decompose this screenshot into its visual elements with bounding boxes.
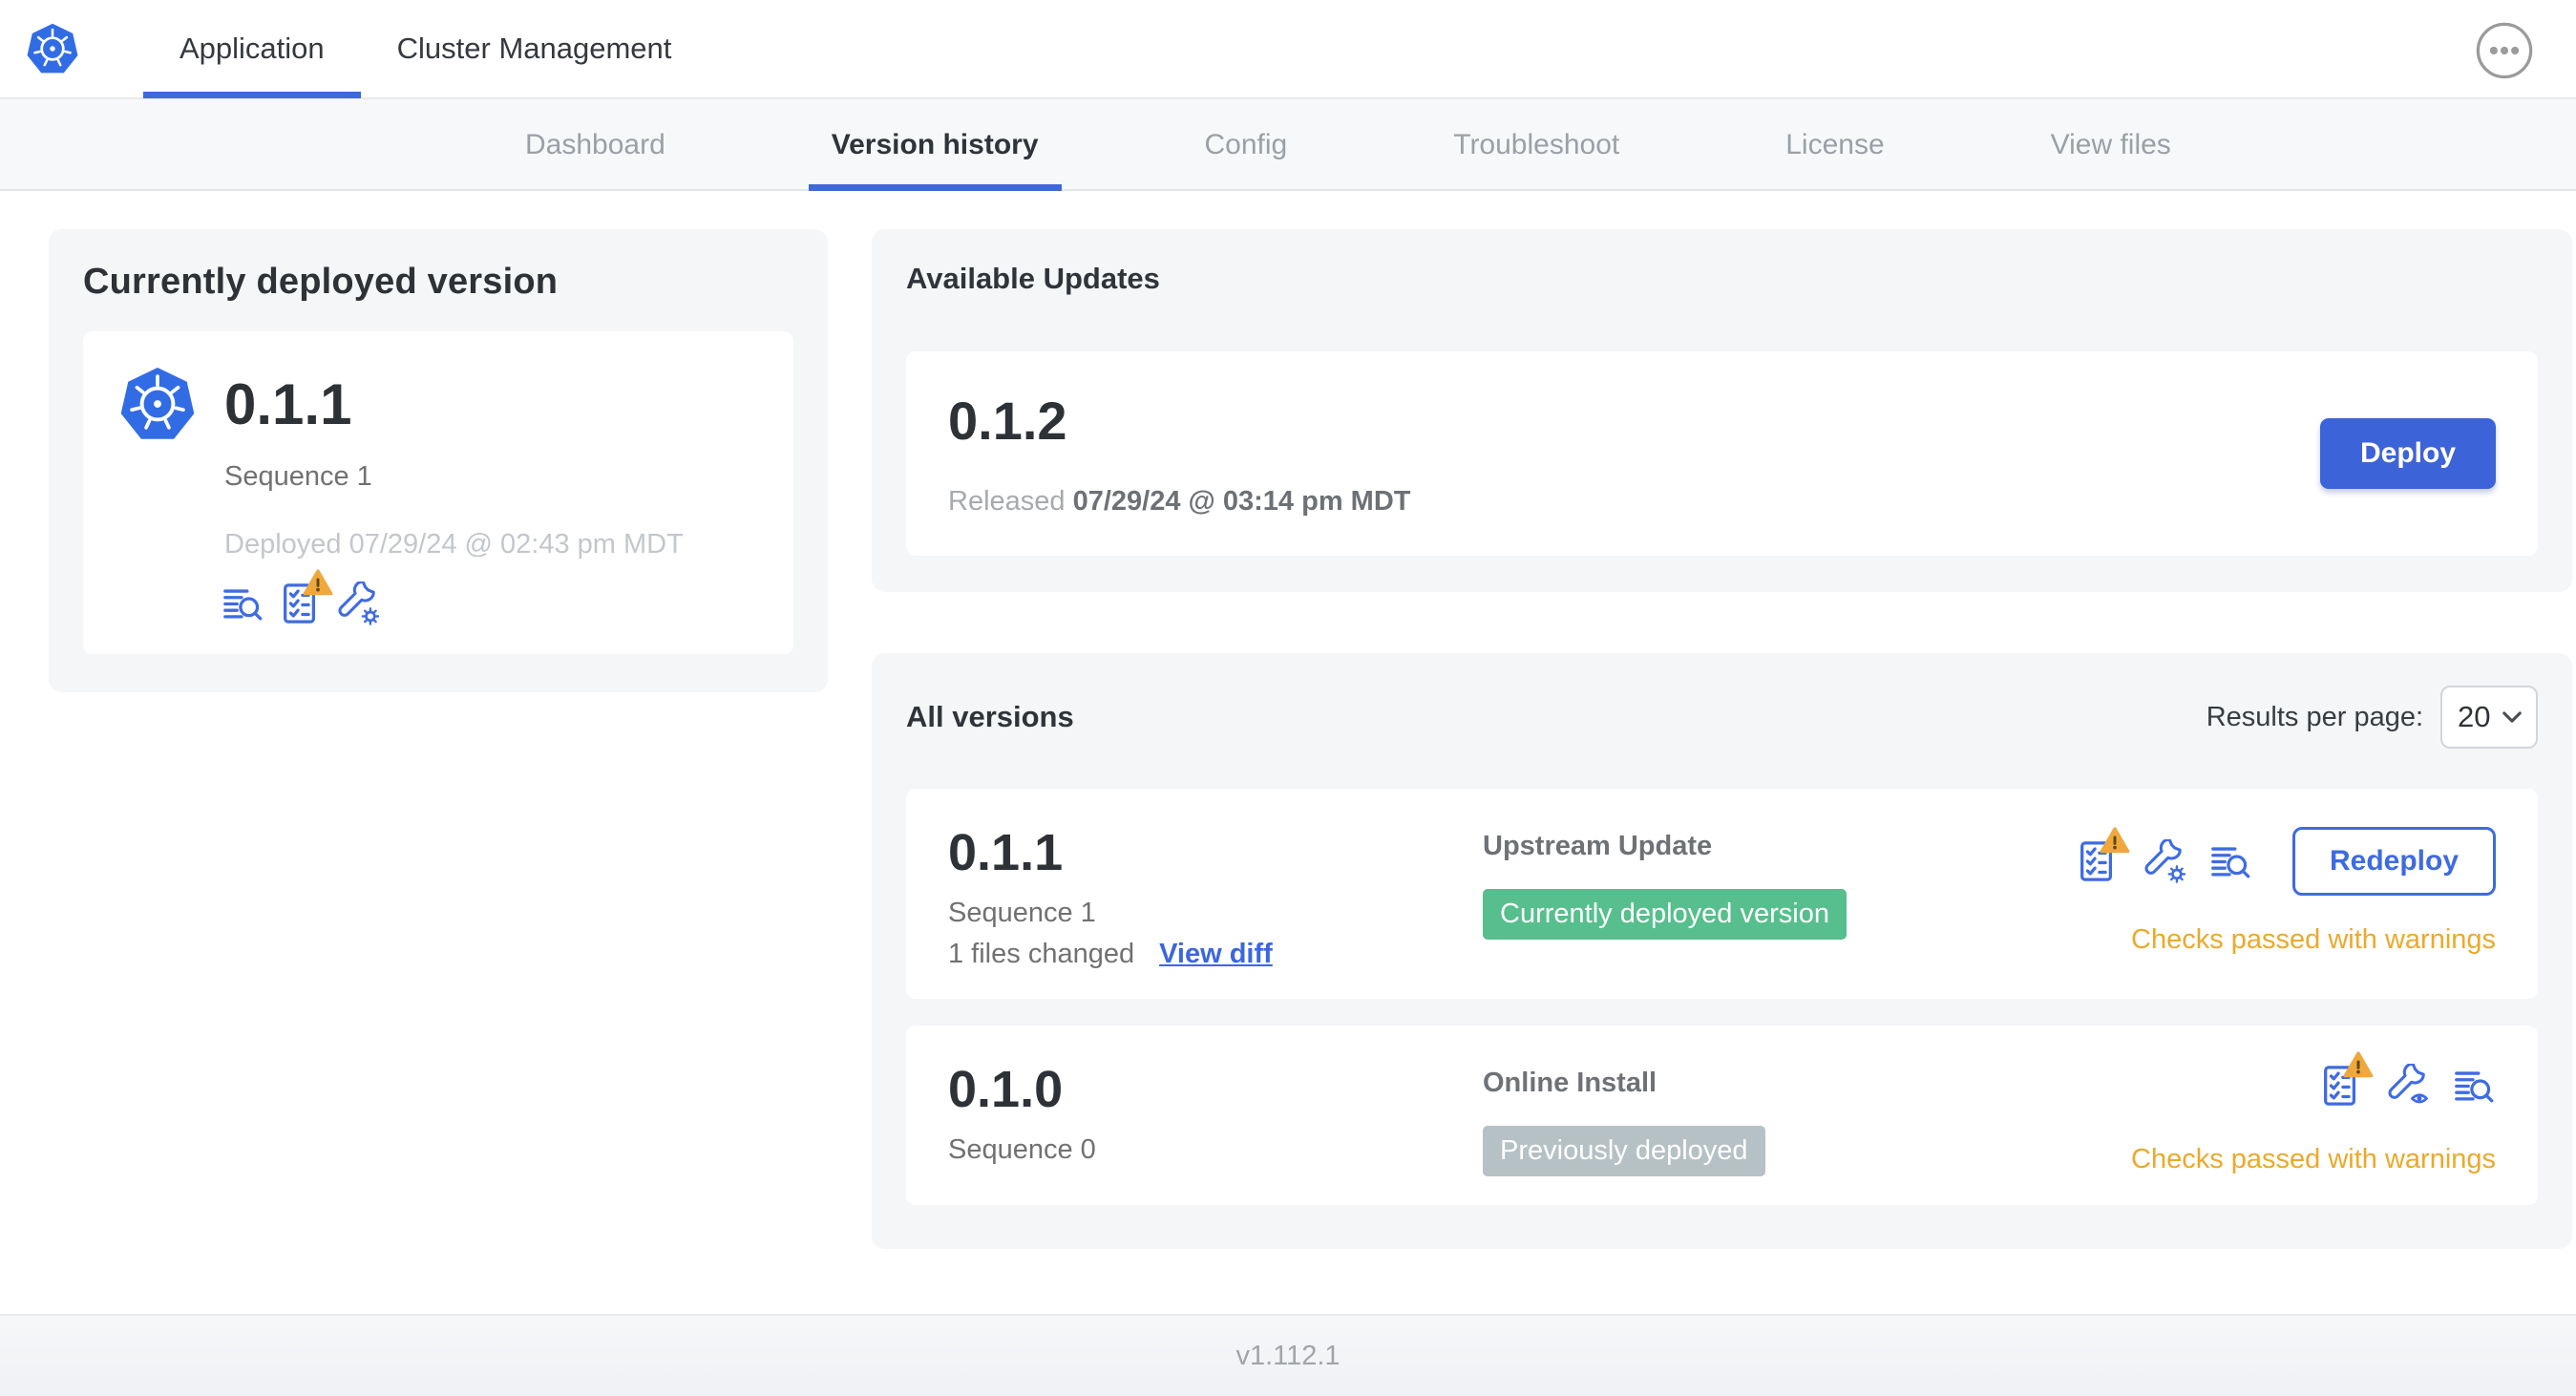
tab-application-label: Application <box>179 32 325 65</box>
preflight-checks-button[interactable] <box>2075 839 2119 883</box>
subnav-tab-version-history[interactable]: Version history <box>808 99 1062 191</box>
available-update-row: 0.1.2 Released 07/29/24 @ 03:14 pm MDT D… <box>906 351 2539 556</box>
warning-triangle-icon <box>2100 826 2130 855</box>
tab-cluster-management-label: Cluster Management <box>396 32 672 65</box>
diff-search-icon <box>221 582 264 625</box>
kubernetes-app-icon <box>117 364 198 444</box>
chevron-down-icon <box>2502 710 2523 724</box>
current-version-card: Currently deployed version 0.1.1 Sequenc… <box>49 229 828 692</box>
current-version-sequence: Sequence 1 <box>224 461 372 492</box>
released-prefix: Released <box>948 486 1066 517</box>
wrench-gear-icon <box>335 582 379 625</box>
current-version-title: Currently deployed version <box>83 262 559 302</box>
available-updates-title: Available Updates <box>906 262 1160 295</box>
edit-config-button[interactable] <box>335 582 379 625</box>
results-per-page-select[interactable]: 20 <box>2440 686 2539 749</box>
ellipsis-icon <box>2475 21 2534 80</box>
row-sequence: Sequence 1 <box>948 898 1096 928</box>
view-diff-button[interactable] <box>221 582 264 625</box>
warning-triangle-icon <box>303 568 333 597</box>
current-version-deployed-date: Deployed 07/29/24 @ 02:43 pm MDT <box>224 529 684 560</box>
current-version-number: 0.1.1 <box>224 371 352 436</box>
update-released-date: Released 07/29/24 @ 03:14 pm MDT <box>948 486 1410 518</box>
deployed-status-badge: Currently deployed version <box>1483 889 1847 940</box>
primary-nav: Application Cluster Management <box>143 0 707 98</box>
row-version-number: 0.1.1 <box>948 824 1064 881</box>
app-header: Application Cluster Management <box>0 0 2576 99</box>
deploy-button[interactable]: Deploy <box>2320 418 2497 489</box>
checks-status-text: Checks passed with warnings <box>2131 924 2497 955</box>
current-version-panel: 0.1.1 Sequence 1 Deployed 07/29/24 @ 02:… <box>83 331 793 654</box>
subnav-tab-view-files[interactable]: View files <box>2028 99 2194 191</box>
version-row-0-1-0: 0.1.0 Sequence 0 Online Install Previous… <box>906 1026 2539 1205</box>
row-version-number: 0.1.0 <box>948 1061 1064 1118</box>
console-version: v1.112.1 <box>1235 1340 1341 1371</box>
tab-application[interactable]: Application <box>143 0 361 98</box>
subnav-tab-troubleshoot[interactable]: Troubleshoot <box>1430 99 1642 191</box>
row-sequence: Sequence 0 <box>948 1134 1096 1165</box>
all-versions-title: All versions <box>906 700 1074 733</box>
subnav-tab-config[interactable]: Config <box>1182 99 1311 191</box>
view-diff-button[interactable] <box>2452 1064 2496 1108</box>
kubernetes-logo <box>25 21 80 76</box>
view-diff-link[interactable]: View diff <box>1159 939 1273 970</box>
app-footer: v1.112.1 <box>0 1314 2576 1396</box>
update-version-number: 0.1.2 <box>948 391 1067 451</box>
wrench-gear-icon <box>2142 839 2185 883</box>
view-diff-button[interactable] <box>2208 839 2252 883</box>
version-row-0-1-1: 0.1.1 Sequence 1 1 files changed View di… <box>906 789 2539 999</box>
view-config-button[interactable] <box>2385 1064 2429 1108</box>
results-per-page-label: Results per page: <box>2206 701 2424 732</box>
diff-search-icon <box>2452 1064 2496 1108</box>
edit-config-button[interactable] <box>2142 839 2185 883</box>
app-subnav: Dashboard Version history Config Trouble… <box>0 99 2576 191</box>
tab-cluster-management[interactable]: Cluster Management <box>361 0 708 98</box>
deployed-status-badge: Previously deployed <box>1483 1126 1765 1176</box>
checks-status-text: Checks passed with warnings <box>2131 1144 2497 1174</box>
released-date: 07/29/24 @ 03:14 pm MDT <box>1072 486 1411 517</box>
subnav-tab-dashboard[interactable]: Dashboard <box>502 99 688 191</box>
results-per-page-value: 20 <box>2458 700 2491 733</box>
redeploy-button[interactable]: Redeploy <box>2292 827 2497 896</box>
row-source-label: Online Install <box>1483 1068 1658 1098</box>
files-changed-label: 1 files changed <box>948 939 1135 969</box>
main-content: Currently deployed version 0.1.1 Sequenc… <box>0 191 2576 1314</box>
overflow-menu-button[interactable] <box>2475 21 2534 80</box>
warning-triangle-icon <box>2343 1050 2374 1079</box>
diff-search-icon <box>2208 839 2252 883</box>
available-updates-card: Available Updates 0.1.2 Released 07/29/2… <box>872 229 2573 592</box>
wrench-eye-icon <box>2385 1064 2429 1108</box>
subnav-tab-license[interactable]: License <box>1763 99 1907 191</box>
all-versions-card: All versions Results per page: 20 0.1.1 … <box>872 653 2573 1249</box>
preflight-checks-button[interactable] <box>2318 1064 2362 1108</box>
row-source-label: Upstream Update <box>1483 831 1713 861</box>
preflight-checks-button[interactable] <box>278 582 322 625</box>
